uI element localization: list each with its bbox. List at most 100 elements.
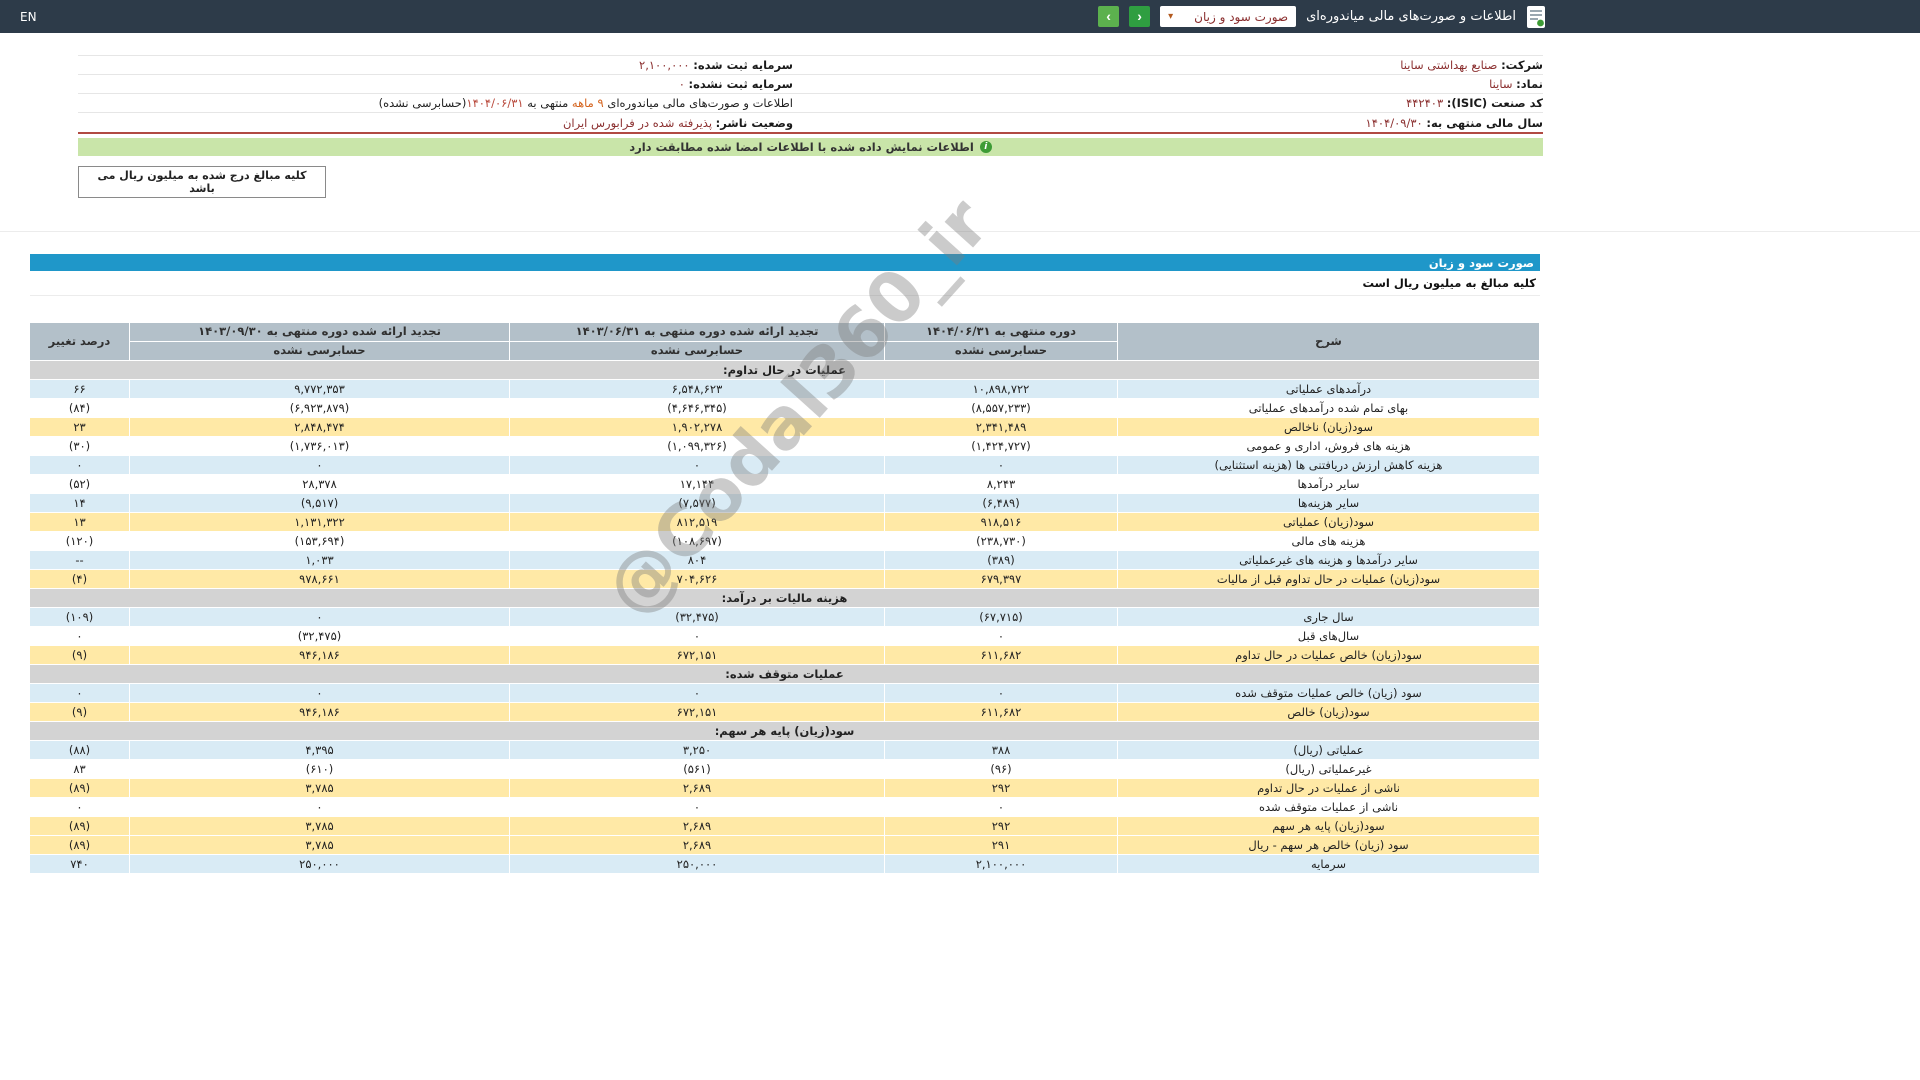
value-current-period: ۰ bbox=[884, 683, 1118, 703]
value-restated-year-period: ۰ bbox=[129, 683, 510, 703]
row-label: سرمایه bbox=[1117, 854, 1540, 874]
col-header-period-restated-mid: تجدید ارائه شده دوره منتهی به ۱۴۰۳/۰۶/۳۱ bbox=[509, 322, 885, 342]
value-current-period: ۲۹۲ bbox=[884, 816, 1118, 836]
info-value: ساینا bbox=[1489, 77, 1513, 91]
value-restated-year-period: ۲۸,۳۷۸ bbox=[129, 474, 510, 494]
info-label: منتهی به bbox=[527, 96, 569, 110]
row-label: هزینه کاهش ارزش دریافتنی ها (هزینه استثن… bbox=[1117, 455, 1540, 475]
signed-data-banner-text: اطلاعات نمایش داده شده با اطلاعات امضا ش… bbox=[629, 140, 974, 154]
statement-row: سایر هزینه‌ها (۶,۴۸۹) (۷,۵۷۷) (۹,۵۱۷) ۱۴ bbox=[29, 493, 1540, 513]
pct-change: ۶۶ bbox=[29, 379, 130, 399]
value-restated-mid-period: ۶۷۲,۱۵۱ bbox=[509, 702, 885, 722]
value-restated-mid-period: (۱,۰۹۹,۳۲۶) bbox=[509, 436, 885, 456]
section-label: سود(زیان) پایه هر سهم: bbox=[29, 721, 1540, 741]
value-restated-year-period: (۹,۵۱۷) bbox=[129, 493, 510, 513]
statement-row: سود(زیان) پایه هر سهم ۲۹۲ ۲,۶۸۹ ۳,۷۸۵ (۸۹) bbox=[29, 816, 1540, 836]
value-restated-mid-period: ۶۷۲,۱۵۱ bbox=[509, 645, 885, 665]
pct-change: ۰ bbox=[29, 455, 130, 475]
report-icon bbox=[1526, 5, 1546, 29]
info-cell-isic: کد صنعت (ISIC): ۴۴۲۴۰۳ bbox=[793, 96, 1543, 110]
value-restated-mid-period: (۵۶۱) bbox=[509, 759, 885, 779]
pct-change: ۲۳ bbox=[29, 417, 130, 437]
info-cell-symbol: نماد: ساینا bbox=[793, 77, 1543, 91]
language-toggle[interactable]: EN bbox=[20, 10, 37, 24]
info-value: ۰ bbox=[678, 77, 685, 91]
section-header-row: عملیات متوقف شده: bbox=[29, 664, 1540, 684]
value-restated-mid-period: ۲,۶۸۹ bbox=[509, 835, 885, 855]
row-label: سایر درآمدها و هزینه های غیرعملیاتی bbox=[1117, 550, 1540, 570]
statement-row: سال‌های قبل ۰ ۰ (۳۲,۴۷۵) ۰ bbox=[29, 626, 1540, 646]
statement-select[interactable]: صورت سود و زیان ▾ bbox=[1160, 6, 1297, 27]
row-label: غیرعملیاتی (ریال) bbox=[1117, 759, 1540, 779]
value-restated-year-period: ۹۴۶,۱۸۶ bbox=[129, 702, 510, 722]
row-label: سود(زیان) ناخالص bbox=[1117, 417, 1540, 437]
next-statement-button[interactable]: › bbox=[1129, 6, 1151, 27]
value-restated-year-period: ۹۷۸,۶۶۱ bbox=[129, 569, 510, 589]
value-restated-year-period: ۰ bbox=[129, 607, 510, 627]
value-current-period: ۰ bbox=[884, 797, 1118, 817]
row-label: سود(زیان) عملیاتی bbox=[1117, 512, 1540, 532]
page-title: اطلاعات و صورت‌های مالی میاندوره‌ای bbox=[1306, 9, 1516, 24]
prev-statement-button[interactable]: ‹ bbox=[1098, 6, 1120, 27]
info-row: کد صنعت (ISIC): ۴۴۲۴۰۳ اطلاعات و صورت‌ها… bbox=[78, 94, 1543, 113]
row-label: ناشی از عملیات در حال تداوم bbox=[1117, 778, 1540, 798]
col-header-pct-change: درصد تغییر bbox=[29, 322, 130, 361]
chevron-down-icon: ▾ bbox=[1168, 11, 1174, 22]
row-label: سایر درآمدها bbox=[1117, 474, 1540, 494]
value-restated-mid-period: ۷۰۴,۶۲۶ bbox=[509, 569, 885, 589]
row-label: هزینه های فروش، اداری و عمومی bbox=[1117, 436, 1540, 456]
statement-row: ناشی از عملیات متوقف شده ۰ ۰ ۰ ۰ bbox=[29, 797, 1540, 817]
pct-change: (۸۸) bbox=[29, 740, 130, 760]
statement-table: شرح دوره منتهی به ۱۴۰۴/۰۶/۳۱ تجدید ارائه… bbox=[29, 322, 1540, 874]
row-label: سال‌های قبل bbox=[1117, 626, 1540, 646]
value-restated-mid-period: ۱,۹۰۲,۲۷۸ bbox=[509, 417, 885, 437]
row-label: سود(زیان) عملیات در حال تداوم قبل از مال… bbox=[1117, 569, 1540, 589]
info-value: صنایع بهداشتی ساینا bbox=[1400, 58, 1498, 72]
unit-note-wrap: کلیه مبالغ درج شده به میلیون ریال می باش… bbox=[78, 166, 1543, 198]
info-icon: i bbox=[979, 141, 992, 153]
pct-change: ۰ bbox=[29, 797, 130, 817]
row-label: هزینه های مالی bbox=[1117, 531, 1540, 551]
statement-row: سود (زیان) خالص عملیات متوقف شده ۰ ۰ ۰ ۰ bbox=[29, 683, 1540, 703]
pct-change: ۱۳ bbox=[29, 512, 130, 532]
company-info: شرکت: صنایع بهداشتی ساینا سرمایه ثبت شده… bbox=[78, 55, 1543, 134]
pct-change: ۷۴۰ bbox=[29, 854, 130, 874]
pct-change: ۰ bbox=[29, 626, 130, 646]
value-current-period: ۶۱۱,۶۸۲ bbox=[884, 702, 1118, 722]
value-restated-mid-period: ۲۵۰,۰۰۰ bbox=[509, 854, 885, 874]
info-value: ۴۴۲۴۰۳ bbox=[1406, 96, 1444, 110]
info-label: کد صنعت (ISIC): bbox=[1446, 96, 1543, 110]
col-header-desc: شرح bbox=[1117, 322, 1540, 361]
value-current-period: ۱۰,۸۹۸,۷۲۲ bbox=[884, 379, 1118, 399]
pct-change: (۳۰) bbox=[29, 436, 130, 456]
section-label: عملیات در حال تداوم: bbox=[29, 360, 1540, 380]
section-header-row: عملیات در حال تداوم: bbox=[29, 360, 1540, 380]
info-cell-issuer-status: وضعیت ناشر: پذیرفته شده در فرابورس ایران bbox=[78, 116, 793, 130]
info-label: نماد: bbox=[1516, 77, 1543, 91]
pct-change: (۹) bbox=[29, 702, 130, 722]
row-label: بهای تمام شده درآمدهای عملیاتی bbox=[1117, 398, 1540, 418]
topbar: اطلاعات و صورت‌های مالی میاندوره‌ای صورت… bbox=[0, 0, 1920, 33]
value-current-period: (۹۶) bbox=[884, 759, 1118, 779]
pct-change: (۹) bbox=[29, 645, 130, 665]
statement-section: صورت سود و زیان کلیه مبالغ به میلیون ریا… bbox=[29, 254, 1540, 874]
info-cell-registered-capital: سرمایه ثبت شده: ۲,۱۰۰,۰۰۰ bbox=[78, 58, 793, 72]
info-value: ۱۴۰۴/۰۹/۳۰ bbox=[1365, 115, 1423, 130]
info-cell-unregistered-capital: سرمایه ثبت نشده: ۰ bbox=[78, 77, 793, 91]
value-current-period: (۲۳۸,۷۳۰) bbox=[884, 531, 1118, 551]
statement-row: بهای تمام شده درآمدهای عملیاتی (۸,۵۵۷,۲۳۳… bbox=[29, 398, 1540, 418]
statement-table-head: شرح دوره منتهی به ۱۴۰۴/۰۶/۳۱ تجدید ارائه… bbox=[29, 322, 1540, 361]
col-subheader-audit: حسابرسی نشده bbox=[509, 341, 885, 361]
pct-change: (۸۹) bbox=[29, 816, 130, 836]
value-restated-year-period: ۲۵۰,۰۰۰ bbox=[129, 854, 510, 874]
value-restated-mid-period: ۲,۶۸۹ bbox=[509, 816, 885, 836]
value-restated-mid-period: ۱۷,۱۴۴ bbox=[509, 474, 885, 494]
value-restated-year-period: ۳,۷۸۵ bbox=[129, 816, 510, 836]
section-header-row: هزینه مالیات بر درآمد: bbox=[29, 588, 1540, 608]
section-label: عملیات متوقف شده: bbox=[29, 664, 1540, 684]
value-current-period: (۱,۴۲۴,۷۲۷) bbox=[884, 436, 1118, 456]
info-label: سرمایه ثبت نشده: bbox=[688, 77, 793, 91]
value-current-period: ۹۱۸,۵۱۶ bbox=[884, 512, 1118, 532]
value-current-period: ۰ bbox=[884, 626, 1118, 646]
info-label: سال مالی منتهی به: bbox=[1426, 115, 1543, 130]
